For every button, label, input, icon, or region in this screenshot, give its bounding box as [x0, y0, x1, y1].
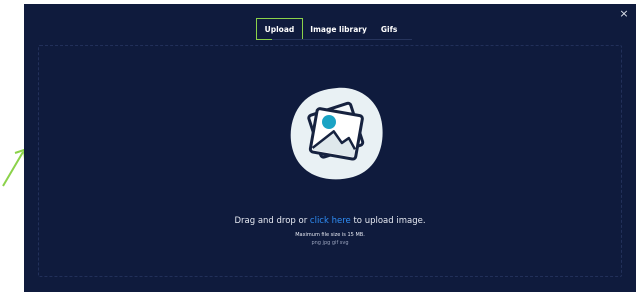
tab-gifs[interactable]: Gifs	[374, 18, 404, 40]
screen: × Upload Image library Gifs Drag and dro…	[0, 0, 639, 292]
drag-drop-prefix: Drag and drop or	[234, 216, 310, 226]
drag-drop-instructions: Drag and drop or click here to upload im…	[39, 216, 621, 226]
click-here-link[interactable]: click here	[310, 216, 351, 226]
accepted-formats-note: png jpg gif svg	[311, 240, 349, 246]
tab-upload[interactable]: Upload	[255, 18, 304, 40]
tab-divider	[272, 39, 412, 40]
max-file-size-note: Maximum file size is 15 MB.	[295, 232, 365, 238]
tab-image-library[interactable]: Image library	[303, 18, 374, 40]
image-placeholder-icon	[290, 87, 383, 180]
drag-drop-suffix: to upload image.	[350, 216, 426, 226]
upload-modal: × Upload Image library Gifs Drag and dro…	[24, 4, 636, 292]
upload-dropzone[interactable]: Drag and drop or click here to upload im…	[38, 45, 622, 277]
